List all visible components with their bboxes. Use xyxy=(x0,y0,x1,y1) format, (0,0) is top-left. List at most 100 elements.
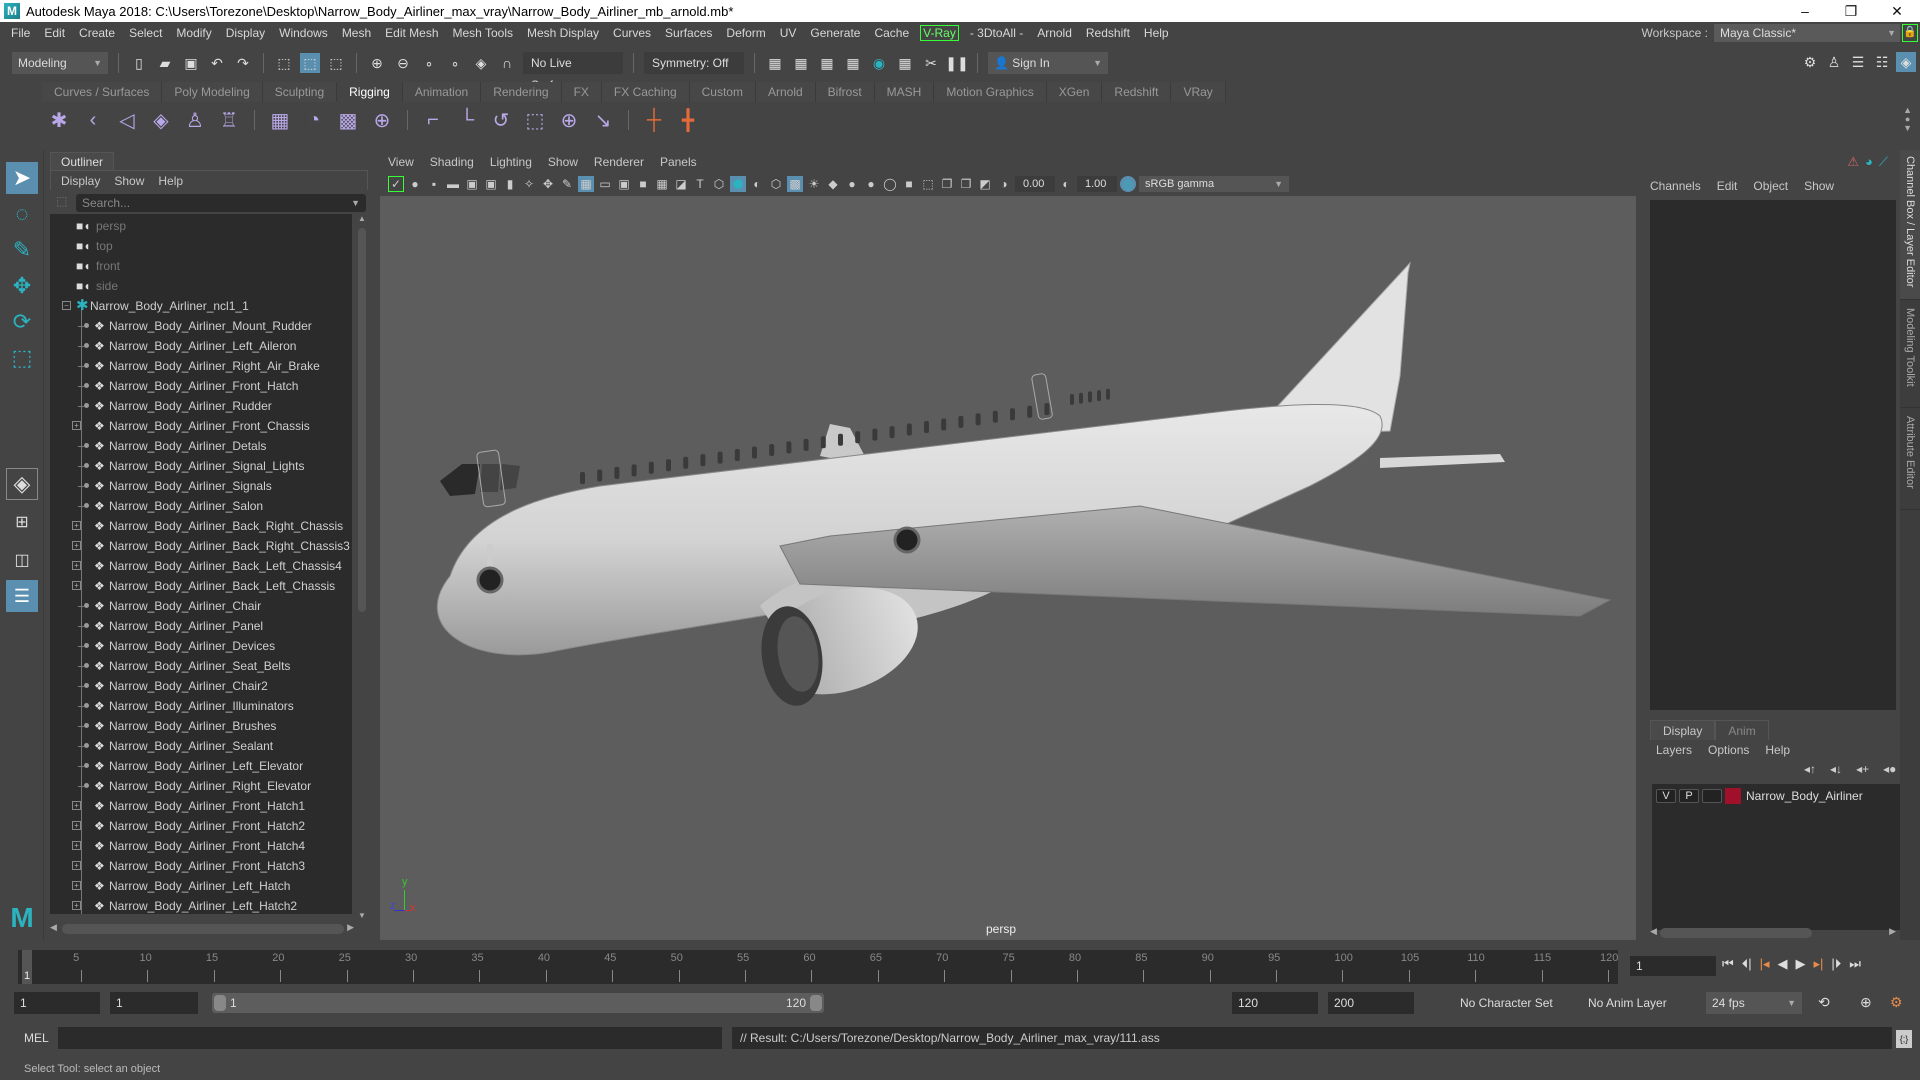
outliner-item[interactable]: ❖ Narrow_Body_Airliner_Front_Hatch xyxy=(50,376,350,396)
layer-row[interactable]: V P Narrow_Body_Airliner xyxy=(1656,788,1863,804)
outliner-item[interactable]: + ❖ Narrow_Body_Airliner_Front_Hatch2 xyxy=(50,816,350,836)
open-scene-icon[interactable]: ▰ xyxy=(155,53,175,73)
layer-playback-toggle[interactable]: P xyxy=(1679,789,1699,803)
redo-icon[interactable]: ↷ xyxy=(233,53,253,73)
save-scene-icon[interactable]: ▣ xyxy=(181,53,201,73)
menu-surfaces[interactable]: Surfaces xyxy=(658,26,719,40)
sign-in-button[interactable]: 👤 Sign In xyxy=(988,52,1108,74)
outliner-item[interactable]: + ❖ Narrow_Body_Airliner_Front_Hatch1 xyxy=(50,796,350,816)
outliner-item[interactable]: + ❖ Narrow_Body_Airliner_Front_Hatch4 xyxy=(50,836,350,856)
bookmark-icon[interactable]: ▬ xyxy=(445,176,461,192)
layer-tab-anim[interactable]: Anim xyxy=(1715,720,1769,740)
outliner-item[interactable]: + ❖ Narrow_Body_Airliner_Back_Right_Chassi… xyxy=(50,516,350,536)
layer-visibility-toggle[interactable]: V xyxy=(1656,789,1676,803)
shelf-tab-rigging[interactable]: Rigging xyxy=(337,82,403,102)
menu-display[interactable]: Display xyxy=(219,26,272,40)
aim-constraint-icon[interactable]: ⊕ xyxy=(556,107,582,133)
render-setup-icon[interactable]: ✂ xyxy=(921,53,941,73)
anti-aliasing-icon[interactable]: ◯ xyxy=(882,176,898,192)
workspace-dropdown[interactable]: Maya Classic* xyxy=(1714,24,1900,42)
gate-mask-icon[interactable]: ■ xyxy=(635,176,651,192)
parent-constraint-icon[interactable]: ⌐ xyxy=(420,107,446,133)
menu-create[interactable]: Create xyxy=(72,26,122,40)
outliner-item[interactable]: ❖ Narrow_Body_Airliner_Left_Aileron xyxy=(50,336,350,356)
shelf-scroll[interactable]: ▲ ● ▼ xyxy=(1903,106,1912,133)
outliner-item[interactable]: + ❖ Narrow_Body_Airliner_Left_Hatch xyxy=(50,876,350,896)
snap-view-plane-icon[interactable]: ∘ xyxy=(445,53,465,73)
cluster-icon[interactable]: ⊕ xyxy=(369,107,395,133)
image-plane-icon[interactable]: ▣ xyxy=(464,176,480,192)
select-camera-icon[interactable]: ✓ xyxy=(388,176,404,192)
color-management-toggle-icon[interactable]: ◎ xyxy=(1120,176,1136,192)
move-layer-up-icon[interactable]: ◂↑ xyxy=(1804,762,1816,776)
camera-track-icon[interactable]: ✥ xyxy=(540,176,556,192)
lock-camera-icon[interactable]: ● xyxy=(407,176,423,192)
depth-of-field-icon[interactable]: ■ xyxy=(901,176,917,192)
outliner-search-input[interactable]: Search... xyxy=(76,194,366,212)
shelf-tab-fx[interactable]: FX xyxy=(561,82,602,102)
shelf-tab-custom[interactable]: Custom xyxy=(689,82,756,102)
shelf-tab-mash[interactable]: MASH xyxy=(874,82,935,102)
collapse-toggle[interactable]: − xyxy=(62,301,71,310)
menu-mesh[interactable]: Mesh xyxy=(335,26,378,40)
layer-menu-layers[interactable]: Layers xyxy=(1656,740,1692,760)
auto-key-icon[interactable]: ⊕ xyxy=(1860,994,1872,1011)
bind-skin-icon[interactable]: ▦ xyxy=(267,107,293,133)
shelf-tab-arnold[interactable]: Arnold xyxy=(755,82,816,102)
safe-title-icon[interactable]: T xyxy=(692,176,708,192)
select-hierarchy-icon[interactable]: ⬚ xyxy=(274,53,294,73)
screen-space-ao-icon[interactable]: ● xyxy=(844,176,860,192)
safe-action-icon[interactable]: ◪ xyxy=(673,176,689,192)
menu-cache[interactable]: Cache xyxy=(867,26,916,40)
close-button[interactable]: ✕ xyxy=(1874,0,1920,22)
menu-uv[interactable]: UV xyxy=(773,26,804,40)
wireframe-on-shaded-icon[interactable]: ⬡ xyxy=(768,176,784,192)
point-constraint-icon[interactable]: └ xyxy=(454,107,480,133)
airplane-model[interactable] xyxy=(380,196,1636,940)
expand-toggle[interactable]: + xyxy=(72,801,81,810)
menu-curves[interactable]: Curves xyxy=(606,26,658,40)
shelf-tab-xgen[interactable]: XGen xyxy=(1046,82,1103,102)
view-transform-dropdown[interactable]: sRGB gamma xyxy=(1139,176,1289,192)
undo-icon[interactable]: ↶ xyxy=(207,53,227,73)
film-gate-icon[interactable]: ▭ xyxy=(597,176,613,192)
move-layer-down-icon[interactable]: ◂↓ xyxy=(1830,762,1842,776)
xray-active-components-icon[interactable]: ❐ xyxy=(958,176,974,192)
ipr-render-icon[interactable]: ▦ xyxy=(817,53,837,73)
shadows-icon[interactable]: ◆ xyxy=(825,176,841,192)
outliner-menu-show[interactable]: Show xyxy=(114,171,144,190)
maximize-button[interactable]: ❐ xyxy=(1828,0,1874,22)
outliner-tab[interactable]: Outliner xyxy=(50,152,115,170)
menu-set-dropdown[interactable]: Modeling xyxy=(12,52,108,74)
character-set-dropdown[interactable]: No Character Set xyxy=(1454,992,1576,1014)
attribute-editor-icon[interactable]: ☰ xyxy=(1848,52,1868,72)
textured-icon[interactable]: ▩ xyxy=(787,176,803,192)
outliner-item[interactable]: ❖ Narrow_Body_Airliner_Left_Elevator xyxy=(50,756,350,776)
scroll-thumb[interactable] xyxy=(62,924,344,934)
outliner-item[interactable]: ❖ Narrow_Body_Airliner_Illuminators xyxy=(50,696,350,716)
outliner-item[interactable]: + ❖ Narrow_Body_Airliner_Left_Hatch2 xyxy=(50,896,350,914)
smooth-skin-icon[interactable]: ◔ xyxy=(301,107,327,133)
camera-dolly-icon[interactable]: ✎ xyxy=(559,176,575,192)
pole-vector-constraint-icon[interactable]: ↘ xyxy=(590,107,616,133)
scale-constraint-icon[interactable]: ⬚ xyxy=(522,107,548,133)
playback-start-field[interactable]: 1 xyxy=(110,992,198,1014)
menu-edit[interactable]: Edit xyxy=(37,26,72,40)
manipulator-icon[interactable]: ⚠ xyxy=(1847,154,1859,170)
outliner-item[interactable]: ❖ Narrow_Body_Airliner_Mount_Rudder xyxy=(50,316,350,336)
create-joints-icon[interactable]: ✱ xyxy=(46,107,72,133)
exposure-icon[interactable]: ◑ xyxy=(996,176,1012,192)
shelf-tab-sculpting[interactable]: Sculpting xyxy=(262,82,338,102)
shelf-tab-fx-caching[interactable]: FX Caching xyxy=(601,82,690,102)
expand-toggle[interactable]: + xyxy=(72,421,81,430)
render-settings-icon[interactable]: ▦ xyxy=(843,53,863,73)
viewport-menu-show[interactable]: Show xyxy=(548,152,578,172)
render-sequence-icon[interactable]: ▦ xyxy=(791,53,811,73)
outliner-menu-display[interactable]: Display xyxy=(61,171,100,190)
tab-modeling-toolkit[interactable]: Modeling Toolkit xyxy=(1900,302,1920,408)
play-forwards-icon[interactable]: ▶ xyxy=(1796,956,1806,972)
outliner-vertical-scrollbar[interactable]: ▲ ▼ xyxy=(356,214,368,920)
range-slider[interactable]: 1 120 xyxy=(212,993,824,1013)
outliner-item[interactable]: ❖ Narrow_Body_Airliner_Right_Air_Brake xyxy=(50,356,350,376)
2d-pan-zoom-icon[interactable]: ▣ xyxy=(483,176,499,192)
